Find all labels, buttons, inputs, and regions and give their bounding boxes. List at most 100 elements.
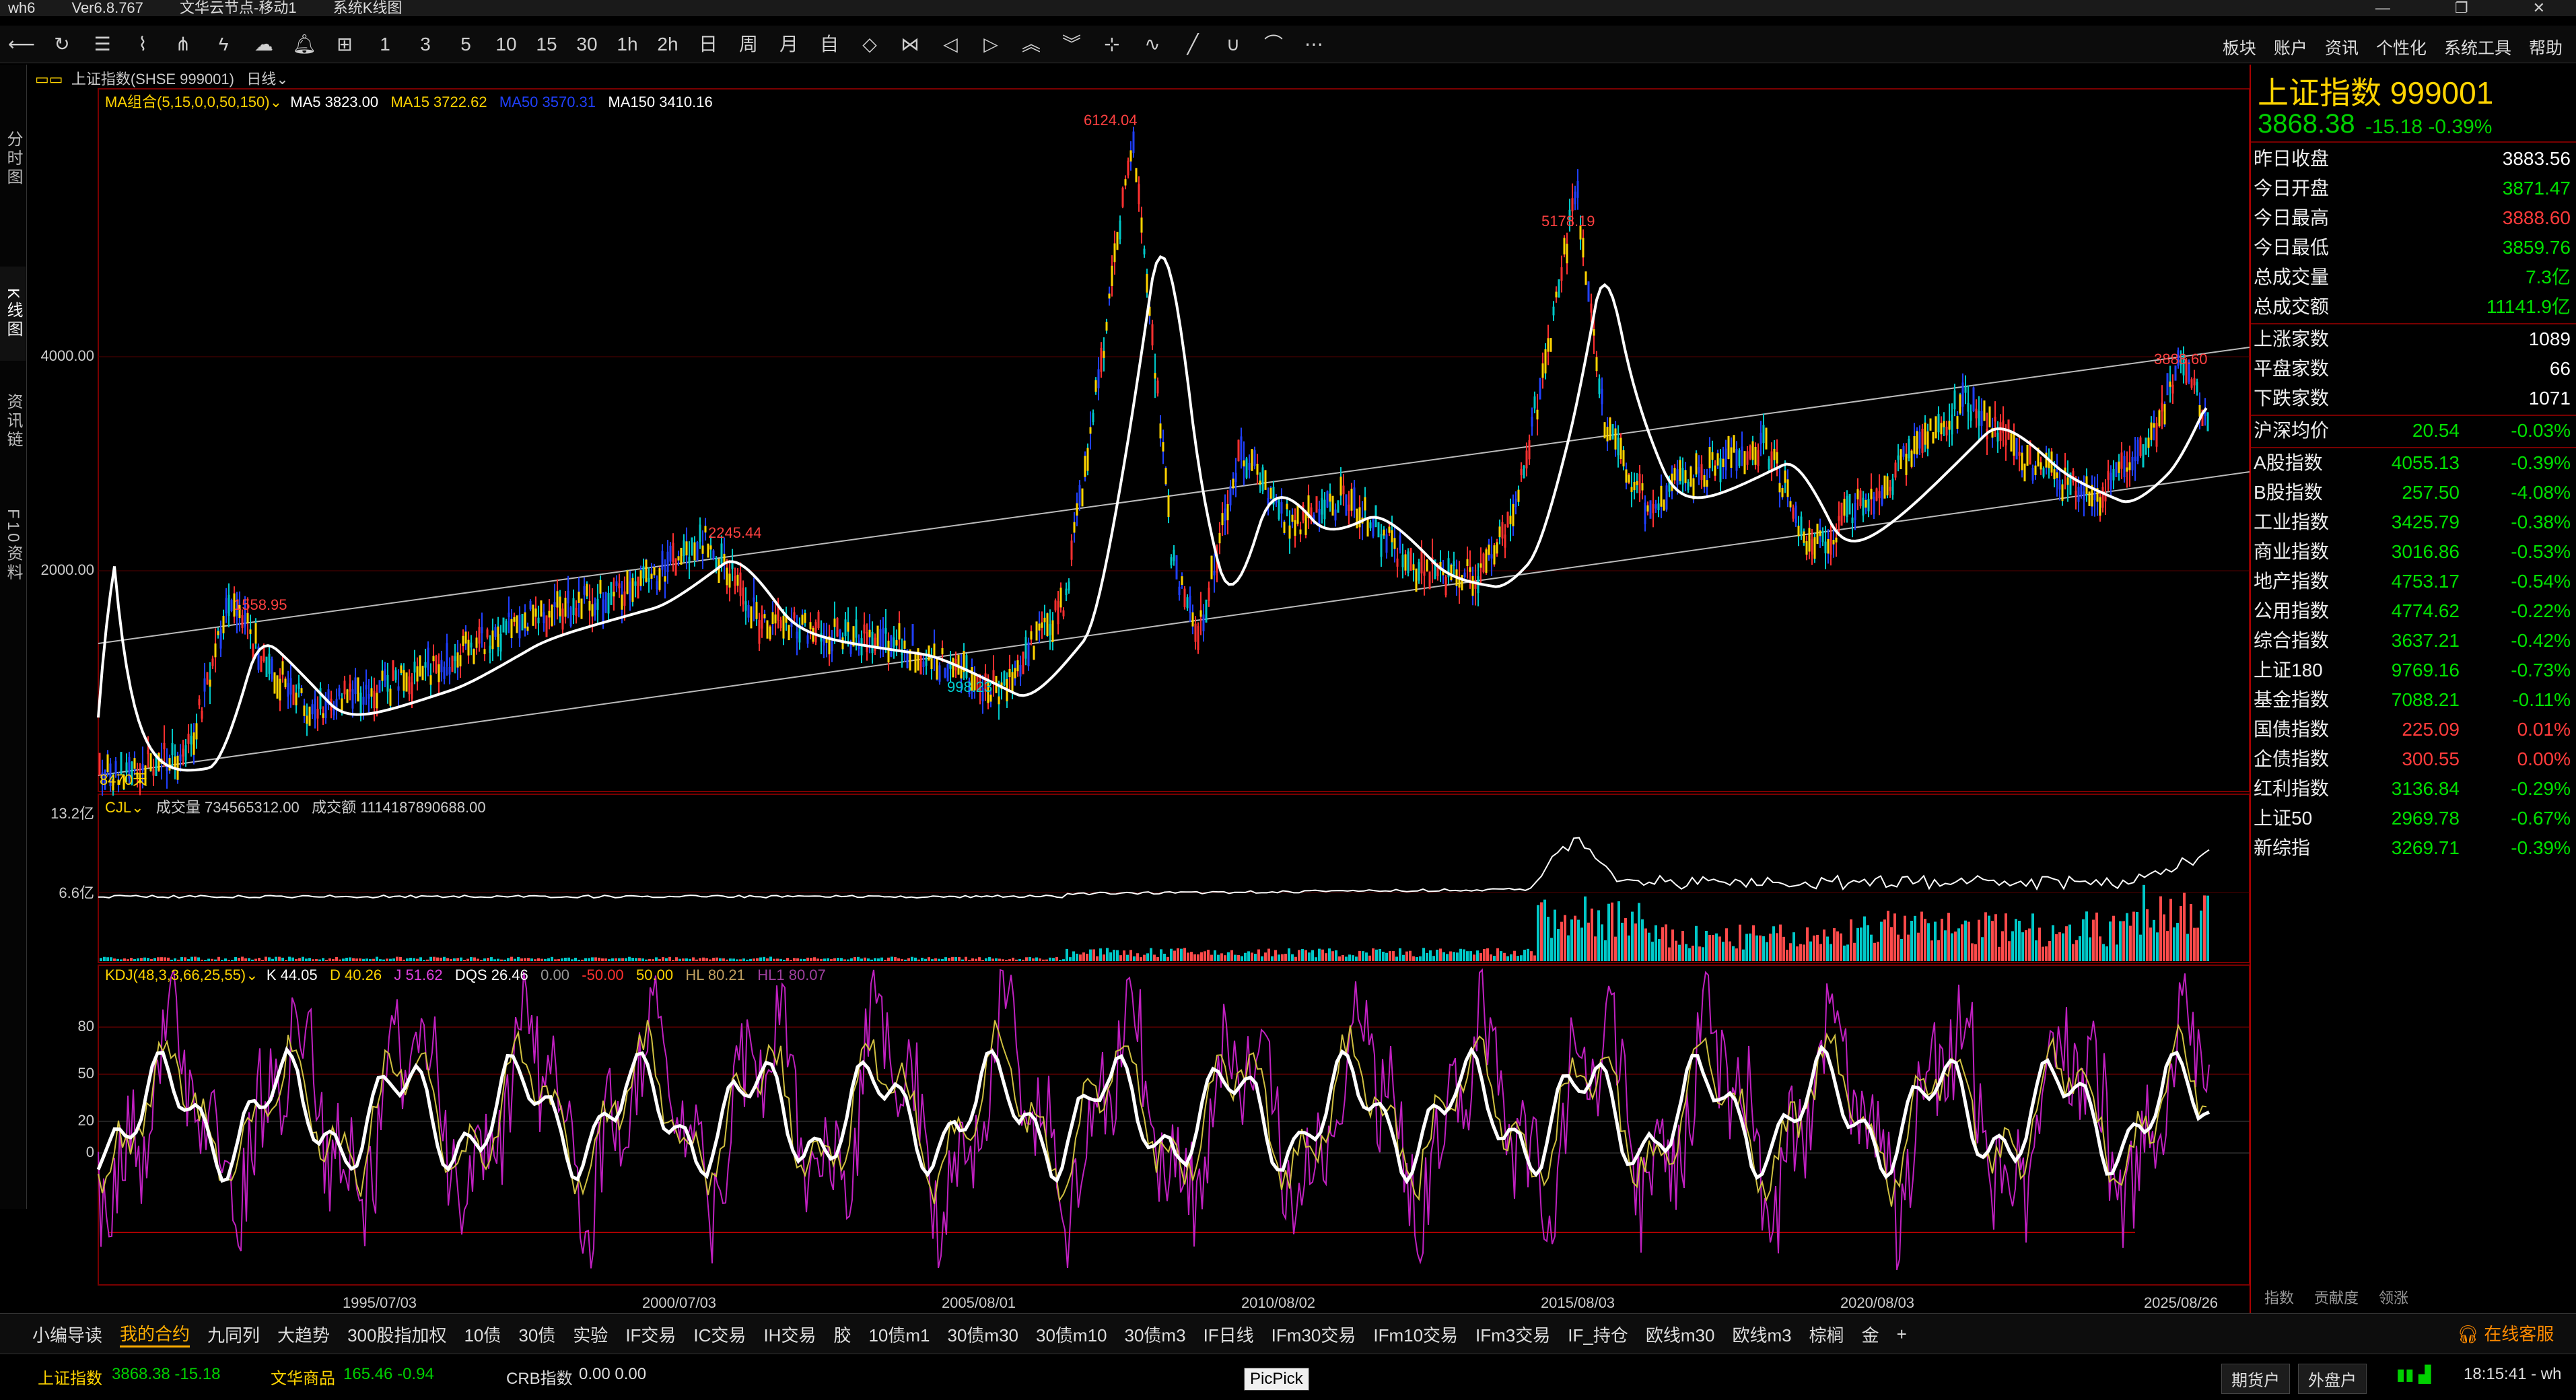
breadth-row[interactable]: 上涨家数 1089: [2251, 324, 2576, 354]
tab-contribution[interactable]: 贡献度: [2314, 1286, 2359, 1313]
contract-tab-1[interactable]: 我的合约: [120, 1321, 190, 1348]
status-index3-name[interactable]: CRB指数: [506, 1365, 573, 1389]
contract-tab-19[interactable]: IFm3交易: [1475, 1322, 1550, 1347]
index-row[interactable]: 公用指数 4774.62 -0.22%: [2251, 596, 2576, 626]
minimize-icon[interactable]: —: [2375, 0, 2390, 16]
contract-tab-14[interactable]: 30债m10: [1036, 1322, 1107, 1347]
menu-item-4[interactable]: 系统工具: [2444, 35, 2511, 59]
contract-tab-0[interactable]: 小编导读: [32, 1322, 102, 1347]
contract-tab-25[interactable]: +: [1897, 1324, 1907, 1345]
contract-tab-15[interactable]: 30债m3: [1125, 1322, 1186, 1347]
menu-item-3[interactable]: 个性化: [2376, 35, 2427, 59]
split-icon[interactable]: ⋔: [168, 32, 198, 57]
period-16[interactable]: 2h: [653, 32, 683, 57]
contract-tab-9[interactable]: IC交易: [693, 1322, 746, 1347]
index-row[interactable]: 上证50 2969.78 -0.67%: [2251, 804, 2576, 833]
stat-row[interactable]: 今日最低 3859.76: [2251, 233, 2576, 262]
avg-row[interactable]: 沪深均价 20.54 -0.03%: [2251, 416, 2576, 446]
stat-row[interactable]: 今日开盘 3871.47: [2251, 174, 2576, 203]
arc-icon[interactable]: ⌒: [1259, 32, 1288, 57]
kline-chart-svg[interactable]: 4000.00 2000.00 1558.95 2245.44 998.23 6…: [28, 65, 2250, 1313]
index-row[interactable]: 商业指数 3016.86 -0.53%: [2251, 537, 2576, 567]
tab-leaders[interactable]: 领涨: [2379, 1286, 2408, 1313]
index-row[interactable]: 地产指数 4753.17 -0.54%: [2251, 567, 2576, 596]
tab-timeshare[interactable]: 分时图: [0, 105, 26, 213]
contract-tab-18[interactable]: IFm10交易: [1373, 1322, 1458, 1347]
period-selector[interactable]: 日线: [246, 71, 276, 88]
tab-news-chain[interactable]: 资讯链: [0, 374, 26, 468]
contract-tab-23[interactable]: 棕榈: [1809, 1322, 1844, 1347]
period-17[interactable]: 日: [693, 32, 723, 57]
period-20[interactable]: 自: [814, 32, 844, 57]
restore-icon[interactable]: ❐: [2455, 0, 2468, 16]
diamond-icon[interactable]: ◇: [855, 32, 884, 57]
more-icon[interactable]: ⋯: [1299, 32, 1329, 57]
period-12[interactable]: 10: [491, 32, 521, 57]
contract-tab-5[interactable]: 10债: [464, 1322, 501, 1347]
menu-item-2[interactable]: 资讯: [2325, 35, 2359, 59]
refresh-icon[interactable]: ↻: [47, 32, 77, 57]
period-19[interactable]: 月: [774, 32, 804, 57]
breadth-row[interactable]: 平盘家数 66: [2251, 354, 2576, 384]
contract-tab-7[interactable]: 实验: [573, 1322, 608, 1347]
contract-tab-4[interactable]: 300股指加权: [347, 1322, 446, 1347]
tab-kline[interactable]: K线图: [0, 267, 26, 361]
period-18[interactable]: 周: [734, 32, 763, 57]
contract-tab-10[interactable]: IH交易: [763, 1322, 816, 1347]
contract-tab-24[interactable]: 金: [1862, 1322, 1879, 1347]
contract-tab-16[interactable]: IF日线: [1204, 1322, 1254, 1347]
index-row[interactable]: A股指数 4055.13 -0.39%: [2251, 448, 2576, 478]
slash-icon[interactable]: ╱: [1178, 32, 1208, 57]
list-icon[interactable]: ☰: [88, 32, 117, 57]
u-icon[interactable]: ∪: [1218, 32, 1248, 57]
stat-row[interactable]: 昨日收盘 3883.56: [2251, 144, 2576, 174]
kdj-indicator-selector[interactable]: KDJ(48,3,3,66,25,55): [105, 967, 246, 983]
kline-chart-area[interactable]: 4000.00 2000.00 1558.95 2245.44 998.23 6…: [28, 65, 2250, 1313]
chevron-down-icon[interactable]: ⌄: [276, 71, 288, 88]
crosshair-icon[interactable]: ⊹: [1097, 32, 1127, 57]
cloud-icon[interactable]: ☁: [249, 32, 279, 57]
index-row[interactable]: B股指数 257.50 -4.08%: [2251, 478, 2576, 508]
online-service-link[interactable]: 🎧︎ 在线客服: [2457, 1321, 2554, 1345]
up-icon[interactable]: ︽: [1016, 32, 1046, 57]
breadth-row[interactable]: 下跌家数 1071: [2251, 384, 2576, 413]
contract-tab-8[interactable]: IF交易: [625, 1322, 676, 1347]
period-15[interactable]: 1h: [613, 32, 642, 57]
contract-tab-3[interactable]: 大趋势: [277, 1322, 330, 1347]
period-14[interactable]: 30: [572, 32, 602, 57]
contract-tab-12[interactable]: 10债m1: [868, 1322, 930, 1347]
vol-indicator-selector[interactable]: CJL: [105, 799, 131, 816]
right-icon[interactable]: ▷: [976, 32, 1006, 57]
close-icon[interactable]: ✕: [2533, 0, 2545, 16]
index-row[interactable]: 新综指 3269.71 -0.39%: [2251, 833, 2576, 863]
status-index1-name[interactable]: 上证指数: [38, 1365, 102, 1389]
index-row[interactable]: 红利指数 3136.84 -0.29%: [2251, 774, 2576, 804]
contract-tab-17[interactable]: IFm30交易: [1272, 1322, 1356, 1347]
index-row[interactable]: 综合指数 3637.21 -0.42%: [2251, 626, 2576, 656]
tab-f10[interactable]: F10资料: [0, 489, 26, 603]
contract-tab-20[interactable]: IF_持仓: [1568, 1322, 1628, 1347]
contract-tab-13[interactable]: 30债m30: [948, 1322, 1019, 1347]
draw-line-icon[interactable]: ∿: [1138, 32, 1167, 57]
trend-channel-upper[interactable]: [98, 347, 2250, 644]
foreign-account-button[interactable]: 外盘户: [2298, 1364, 2367, 1394]
kline-icon[interactable]: ⊞: [330, 32, 359, 57]
stat-row[interactable]: 今日最高 3888.60: [2251, 203, 2576, 233]
line-chart-icon[interactable]: ⌇: [128, 32, 158, 57]
stat-row[interactable]: 总成交量 7.3亿: [2251, 262, 2576, 292]
bell-icon[interactable]: 🔔︎: [289, 32, 319, 57]
tab-index[interactable]: 指数: [2264, 1286, 2294, 1313]
bowtie-icon[interactable]: ⋈: [895, 32, 925, 57]
lightning-icon[interactable]: ϟ: [209, 32, 238, 57]
index-row[interactable]: 上证180 9769.16 -0.73%: [2251, 656, 2576, 685]
contract-tab-6[interactable]: 30债: [518, 1322, 555, 1347]
period-13[interactable]: 15: [532, 32, 561, 57]
index-row[interactable]: 国债指数 225.09 0.01%: [2251, 715, 2576, 744]
contract-tab-2[interactable]: 九同列: [207, 1322, 260, 1347]
status-index2-name[interactable]: 文华商品: [271, 1365, 335, 1389]
futures-account-button[interactable]: 期货户: [2221, 1364, 2290, 1394]
down-icon[interactable]: ︾: [1057, 32, 1086, 57]
back-icon[interactable]: ⟵: [7, 32, 36, 57]
index-row[interactable]: 企债指数 300.55 0.00%: [2251, 744, 2576, 774]
index-row[interactable]: 工业指数 3425.79 -0.38%: [2251, 508, 2576, 537]
